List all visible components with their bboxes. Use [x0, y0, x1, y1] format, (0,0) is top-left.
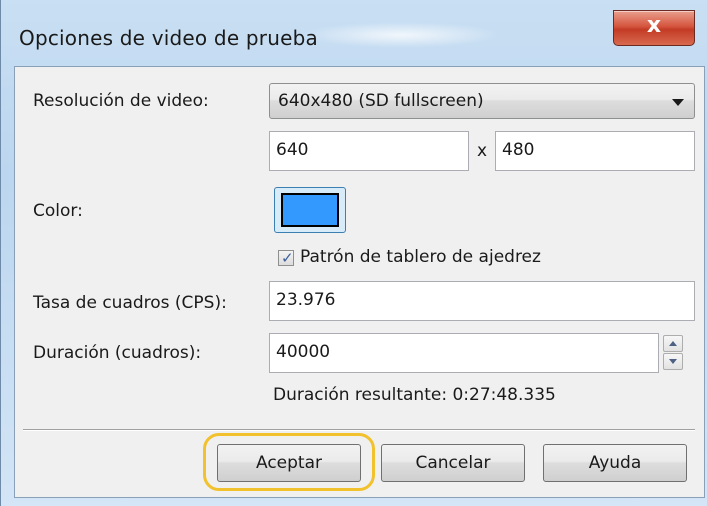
dialog-window: Opciones de video de prueba x Resolución… [0, 0, 707, 506]
frame-rate-input[interactable]: 23.976 [269, 281, 695, 321]
ok-button[interactable]: Aceptar [217, 444, 361, 482]
window-title: Opciones de video de prueba [19, 26, 318, 50]
height-input[interactable]: 480 [495, 131, 695, 171]
width-input[interactable]: 640 [269, 131, 469, 171]
title-bar-glow [301, 22, 501, 48]
color-picker-button[interactable] [274, 187, 346, 233]
cancel-button[interactable]: Cancelar [381, 444, 525, 482]
checkerboard-label[interactable]: Patrón de tablero de ajedrez [300, 247, 541, 267]
arrow-down-icon [669, 359, 677, 364]
resolution-selected-value: 640x480 (SD fullscreen) [278, 91, 484, 111]
frame-rate-label: Tasa de cuadros (CPS): [33, 293, 227, 313]
resulting-duration-text: Duración resultante: 0:27:48.335 [273, 385, 556, 405]
chevron-down-icon[interactable] [672, 99, 684, 106]
arrow-up-icon [669, 341, 677, 346]
spin-up-button[interactable] [663, 335, 683, 352]
color-swatch [281, 193, 339, 227]
duration-label: Duración (cuadros): [33, 343, 202, 363]
close-button[interactable]: x [613, 10, 695, 46]
duration-spinner[interactable] [663, 335, 683, 371]
separator-line [23, 429, 695, 431]
duration-input[interactable]: 40000 [269, 333, 659, 373]
resolution-label: Resolución de video: [33, 91, 209, 111]
help-button[interactable]: Ayuda [543, 444, 687, 482]
dialog-body: Resolución de video: 640x480 (SD fullscr… [14, 66, 705, 498]
checkmark-icon: ✓ [281, 249, 294, 267]
resolution-dropdown[interactable]: 640x480 (SD fullscreen) [269, 83, 695, 119]
dimension-separator: x [477, 141, 488, 161]
close-icon: x [646, 13, 662, 38]
spin-down-button[interactable] [663, 353, 683, 370]
title-bar[interactable]: Opciones de video de prueba x [1, 0, 707, 70]
color-label: Color: [33, 201, 83, 221]
checkerboard-checkbox[interactable]: ✓ [278, 249, 294, 267]
